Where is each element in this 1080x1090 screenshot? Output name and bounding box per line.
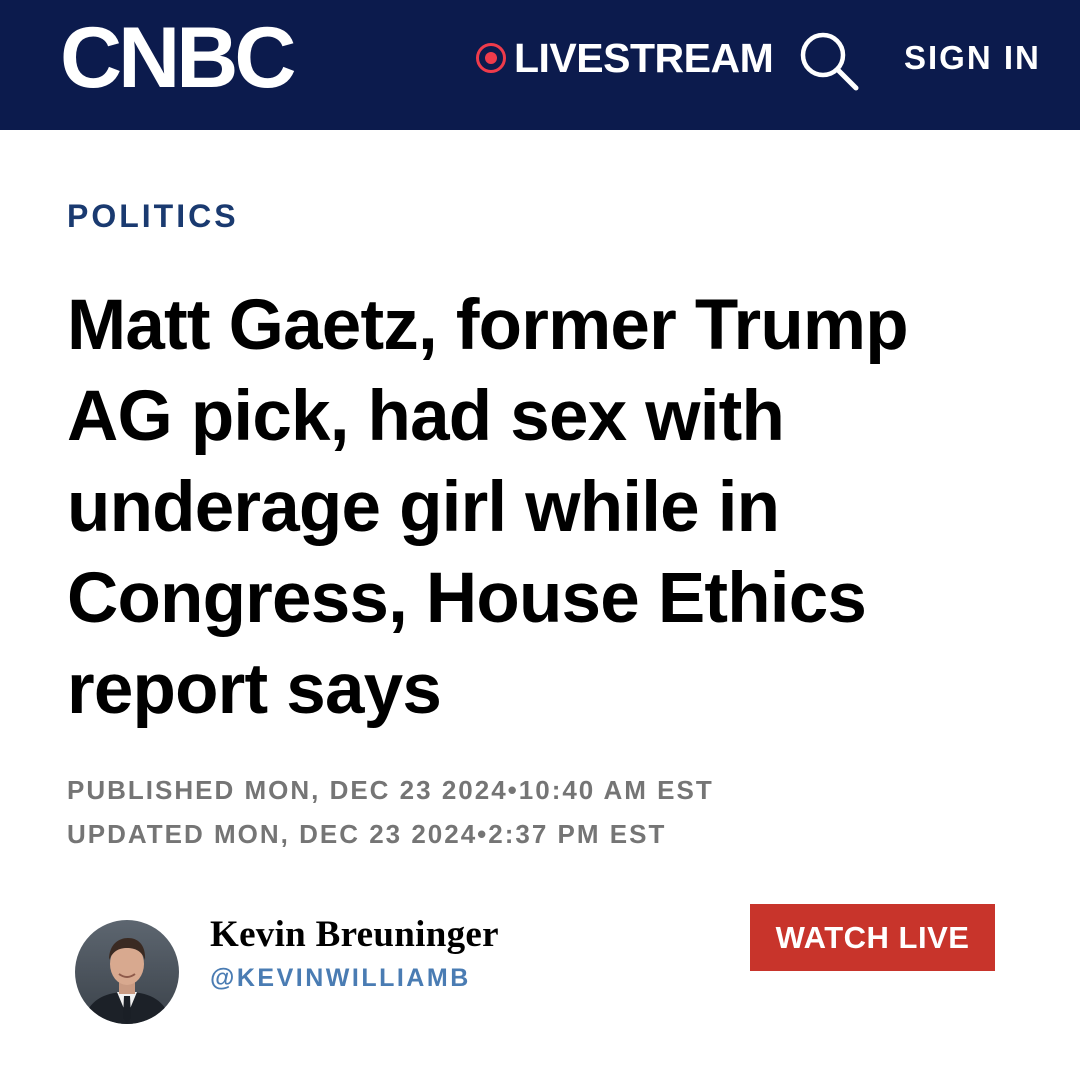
author-name[interactable]: Kevin Breuninger (210, 912, 499, 958)
article-headline: Matt Gaetz, former Trump AG pick, had se… (67, 286, 909, 729)
sign-in-button[interactable]: SIGN IN (904, 38, 1041, 78)
top-nav-bar: CNBC LIVESTREAM SIGN IN (0, 0, 1080, 130)
author-avatar[interactable] (75, 920, 179, 1024)
watch-live-button[interactable]: WATCH LIVE (750, 904, 995, 971)
search-icon (800, 32, 859, 91)
livestream-link[interactable]: LIVESTREAM (476, 34, 774, 81)
section-label[interactable]: POLITICS (67, 196, 239, 236)
published-date: PUBLISHED MON, DEC 23 2024•10:40 AM EST (67, 775, 714, 805)
live-dot-icon (476, 43, 506, 73)
author-handle[interactable]: @KEVINWILLIAMB (210, 960, 471, 996)
livestream-label: LIVESTREAM (514, 34, 774, 81)
search-button[interactable] (796, 28, 862, 94)
updated-date: UPDATED MON, DEC 23 2024•2:37 PM EST (67, 819, 667, 849)
article-timestamps: PUBLISHED MON, DEC 23 2024•10:40 AM EST … (67, 768, 714, 856)
cnbc-logo[interactable]: CNBC (60, 15, 296, 101)
author-photo (75, 920, 179, 1024)
